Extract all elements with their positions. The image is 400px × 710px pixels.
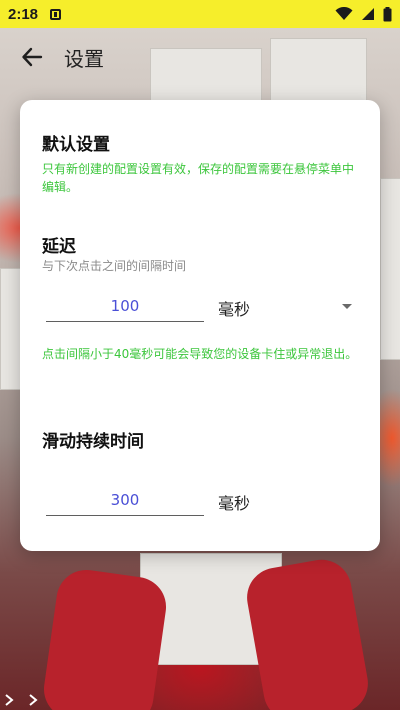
default-settings-note: 只有新创建的配置设置有效，保存的配置需要在悬停菜单中编辑。 xyxy=(42,162,355,194)
delay-input[interactable] xyxy=(46,291,204,322)
wallpaper-newspaper xyxy=(380,178,400,360)
arrow-left-icon xyxy=(22,47,43,67)
swipe-duration-heading: 滑动持续时间 xyxy=(42,432,144,452)
default-settings-heading: 默认设置 xyxy=(42,135,110,155)
swipe-duration-input[interactable] xyxy=(46,485,204,516)
battery-icon xyxy=(383,6,392,21)
app-bar: 设置 xyxy=(0,28,400,86)
screen: 2:18 设置 默认设置 只有新创建的配置设置有效，保存的配置需要在悬停菜单中编… xyxy=(0,0,400,710)
settings-dialog: 默认设置 只有新创建的配置设置有效，保存的配置需要在悬停菜单中编辑。 延迟 与下… xyxy=(20,100,380,551)
wifi-icon xyxy=(335,7,353,20)
status-icons xyxy=(335,6,392,22)
chevron-right-icon xyxy=(5,694,14,706)
dropdown-arrow-icon[interactable] xyxy=(342,304,352,309)
delay-heading: 延迟 xyxy=(42,237,76,257)
swipe-duration-unit: 毫秒 xyxy=(218,494,251,513)
wallpaper-figure xyxy=(40,566,170,710)
signal-icon xyxy=(362,8,374,20)
delay-warning: 点击间隔小于40毫秒可能会导致您的设备卡住或异常退出。 xyxy=(42,347,358,361)
delay-unit-select[interactable]: 毫秒 xyxy=(218,296,250,320)
status-bar: 2:18 xyxy=(0,0,400,28)
chevron-right-icon xyxy=(29,694,38,706)
page-title: 设置 xyxy=(64,46,104,71)
status-time: 2:18 xyxy=(8,5,39,23)
back-button[interactable] xyxy=(12,37,52,77)
gesture-nav-hint[interactable] xyxy=(0,690,62,710)
delay-subtitle: 与下次点击之间的间隔时间 xyxy=(42,259,187,273)
notification-icon xyxy=(50,8,62,20)
wallpaper-figure xyxy=(242,555,373,710)
